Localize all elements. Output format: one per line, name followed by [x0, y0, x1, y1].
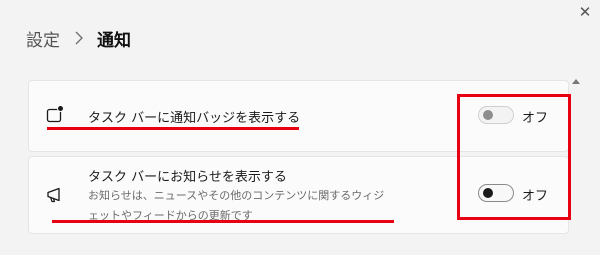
description-line: ェットやフィードからの更新です [88, 209, 253, 222]
close-icon[interactable]: ✕ [576, 3, 594, 21]
taskbar-badge-icon [45, 104, 65, 128]
setting-label-badges: タスク バーに通知バッジを表示する [88, 111, 301, 126]
breadcrumb-parent[interactable]: 設定 [26, 26, 60, 51]
scroll-up-arrow-icon[interactable] [572, 78, 582, 86]
annotation-underline [52, 220, 394, 223]
description-line: お知らせは、ニュースやその他のコンテンツに関するウィジ [88, 189, 385, 202]
annotation-underline [47, 127, 299, 130]
breadcrumb: 設定 通知 [26, 26, 131, 51]
setting-label-announcements: タスク バーにお知らせを表示する [88, 170, 287, 185]
annotation-box [457, 94, 571, 220]
megaphone-icon [45, 185, 65, 209]
chevron-right-icon [74, 31, 84, 45]
page-title: 通知 [97, 30, 131, 51]
